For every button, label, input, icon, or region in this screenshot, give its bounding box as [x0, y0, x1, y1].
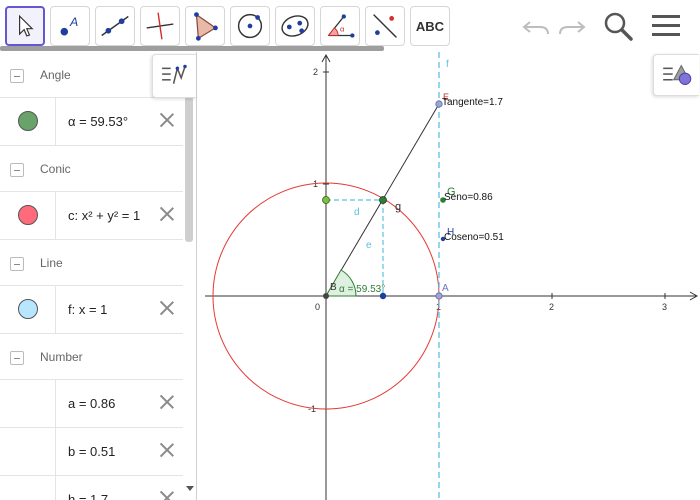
x-tick-label: 0 [315, 302, 320, 312]
graphics-canvas[interactable]: 0 1 2 3 2 1 -1 f d e g α = 59.53° B A E [205, 52, 700, 500]
y-tick-label: -1 [308, 404, 316, 414]
point-b-label: B [330, 282, 337, 293]
algebra-item-line[interactable]: f: x = 1 [0, 286, 183, 334]
algebra-expression[interactable]: c: x² + y² = 1 [68, 208, 140, 223]
tangente-text[interactable]: Tangente=1.7 [442, 97, 503, 108]
redo-button[interactable] [556, 10, 588, 42]
graphics-style-bar-icon [663, 64, 692, 85]
graphics-style-bar-button[interactable] [653, 54, 699, 96]
segment-g-label: g [395, 201, 401, 213]
group-label: Conic [40, 162, 71, 176]
toolbar: A α ABC [0, 0, 700, 52]
redo-icon [559, 21, 586, 35]
marble-cell [0, 476, 56, 500]
text-tool-label: ABC [415, 19, 445, 34]
line-f-label: f [446, 59, 449, 70]
marble-cell [0, 192, 56, 239]
visibility-marble-icon[interactable] [18, 205, 38, 225]
group-header-number[interactable]: Number [0, 334, 183, 380]
segment-d-label: d [354, 207, 360, 218]
group-label: Line [40, 256, 63, 270]
angle-tool-button[interactable]: α [320, 6, 360, 46]
algebra-style-bar-button[interactable] [152, 54, 196, 98]
move-tool-button[interactable] [5, 6, 45, 46]
undo-button[interactable] [520, 10, 552, 42]
angle-alpha-label: α = 59.53° [339, 284, 385, 295]
delete-icon[interactable] [158, 111, 176, 129]
reflect-tool-button[interactable] [365, 6, 405, 46]
angle-icon: α [327, 14, 355, 38]
delete-icon[interactable] [158, 441, 176, 459]
scroll-down-arrow-icon[interactable] [186, 486, 194, 491]
polygon-tool-button[interactable] [185, 6, 225, 46]
collapse-icon[interactable] [10, 69, 24, 83]
point-on-circle[interactable] [379, 196, 387, 204]
svg-text:A: A [69, 15, 78, 29]
point-y-projection[interactable] [322, 196, 330, 204]
reflect-line-icon [373, 14, 397, 38]
perpendicular-icon [146, 12, 174, 40]
point-tool-button[interactable]: A [50, 6, 90, 46]
group-header-line[interactable]: Line [0, 240, 183, 286]
algebra-item-number[interactable]: a = 0.86 [0, 380, 183, 428]
segment-e-label: e [366, 240, 372, 251]
visibility-marble-icon[interactable] [18, 111, 38, 131]
algebra-expression[interactable]: b = 0.51 [68, 444, 115, 459]
collapse-icon[interactable] [10, 257, 24, 271]
perpendicular-line-tool-button[interactable] [140, 6, 180, 46]
marble-cell [0, 98, 56, 145]
point-origin[interactable] [323, 293, 329, 299]
toolbar-scrollbar[interactable] [0, 46, 384, 51]
search-icon [604, 12, 633, 41]
svg-text:α: α [340, 25, 345, 34]
delete-icon[interactable] [158, 299, 176, 317]
circle-tool-button[interactable] [230, 6, 270, 46]
point-icon: A [60, 15, 78, 36]
algebra-item-angle[interactable]: α = 59.53° [0, 98, 183, 146]
algebra-item-conic[interactable]: c: x² + y² = 1 [0, 192, 183, 240]
algebra-list: Angle α = 59.53° Conic c: x² + y² = 1 Li… [0, 52, 183, 500]
cursor-arrow-icon [19, 14, 34, 37]
point-x-projection[interactable] [379, 292, 387, 300]
hamburger-menu-icon [652, 15, 680, 36]
algebra-expression[interactable]: a = 0.86 [68, 396, 115, 411]
algebra-expression[interactable]: α = 59.53° [68, 114, 128, 129]
ellipse-icon [281, 15, 309, 37]
algebra-expression[interactable]: f: x = 1 [68, 302, 107, 317]
seno-text[interactable]: Seno=0.86 [444, 192, 493, 203]
delete-icon[interactable] [158, 205, 176, 223]
text-tool-button[interactable]: ABC [410, 6, 450, 46]
algebra-item-number[interactable]: h = 1.7 [0, 476, 183, 500]
main-menu-button[interactable] [650, 10, 682, 42]
point-a-label: A [442, 283, 449, 294]
marble-cell [0, 428, 56, 475]
algebra-scrollbar[interactable] [185, 96, 193, 242]
x-tick-label: 2 [549, 302, 554, 312]
collapse-icon[interactable] [10, 163, 24, 177]
coseno-text[interactable]: Coseno=0.51 [444, 232, 504, 243]
marble-cell [0, 286, 56, 333]
delete-icon[interactable] [158, 489, 176, 500]
search-button[interactable] [602, 10, 634, 42]
line-icon [101, 15, 129, 37]
circle-icon [237, 13, 263, 39]
marble-cell [0, 380, 56, 427]
style-bar-icon [162, 64, 187, 84]
visibility-marble-icon[interactable] [18, 299, 38, 319]
delete-icon[interactable] [158, 393, 176, 411]
undo-icon [522, 21, 549, 35]
algebra-view: Angle α = 59.53° Conic c: x² + y² = 1 Li… [0, 52, 197, 500]
graphics-view[interactable]: 0 1 2 3 2 1 -1 f d e g α = 59.53° B A E [205, 52, 700, 500]
conic-tool-button[interactable] [275, 6, 315, 46]
group-label: Angle [40, 68, 71, 82]
collapse-icon[interactable] [10, 351, 24, 365]
algebra-item-number[interactable]: b = 0.51 [0, 428, 183, 476]
group-label: Number [40, 350, 83, 364]
algebra-expression[interactable]: h = 1.7 [68, 492, 108, 500]
x-tick-label: 3 [662, 302, 667, 312]
group-header-conic[interactable]: Conic [0, 146, 183, 192]
y-tick-label: 2 [313, 67, 318, 77]
line-tool-button[interactable] [95, 6, 135, 46]
polygon-icon [194, 12, 218, 41]
